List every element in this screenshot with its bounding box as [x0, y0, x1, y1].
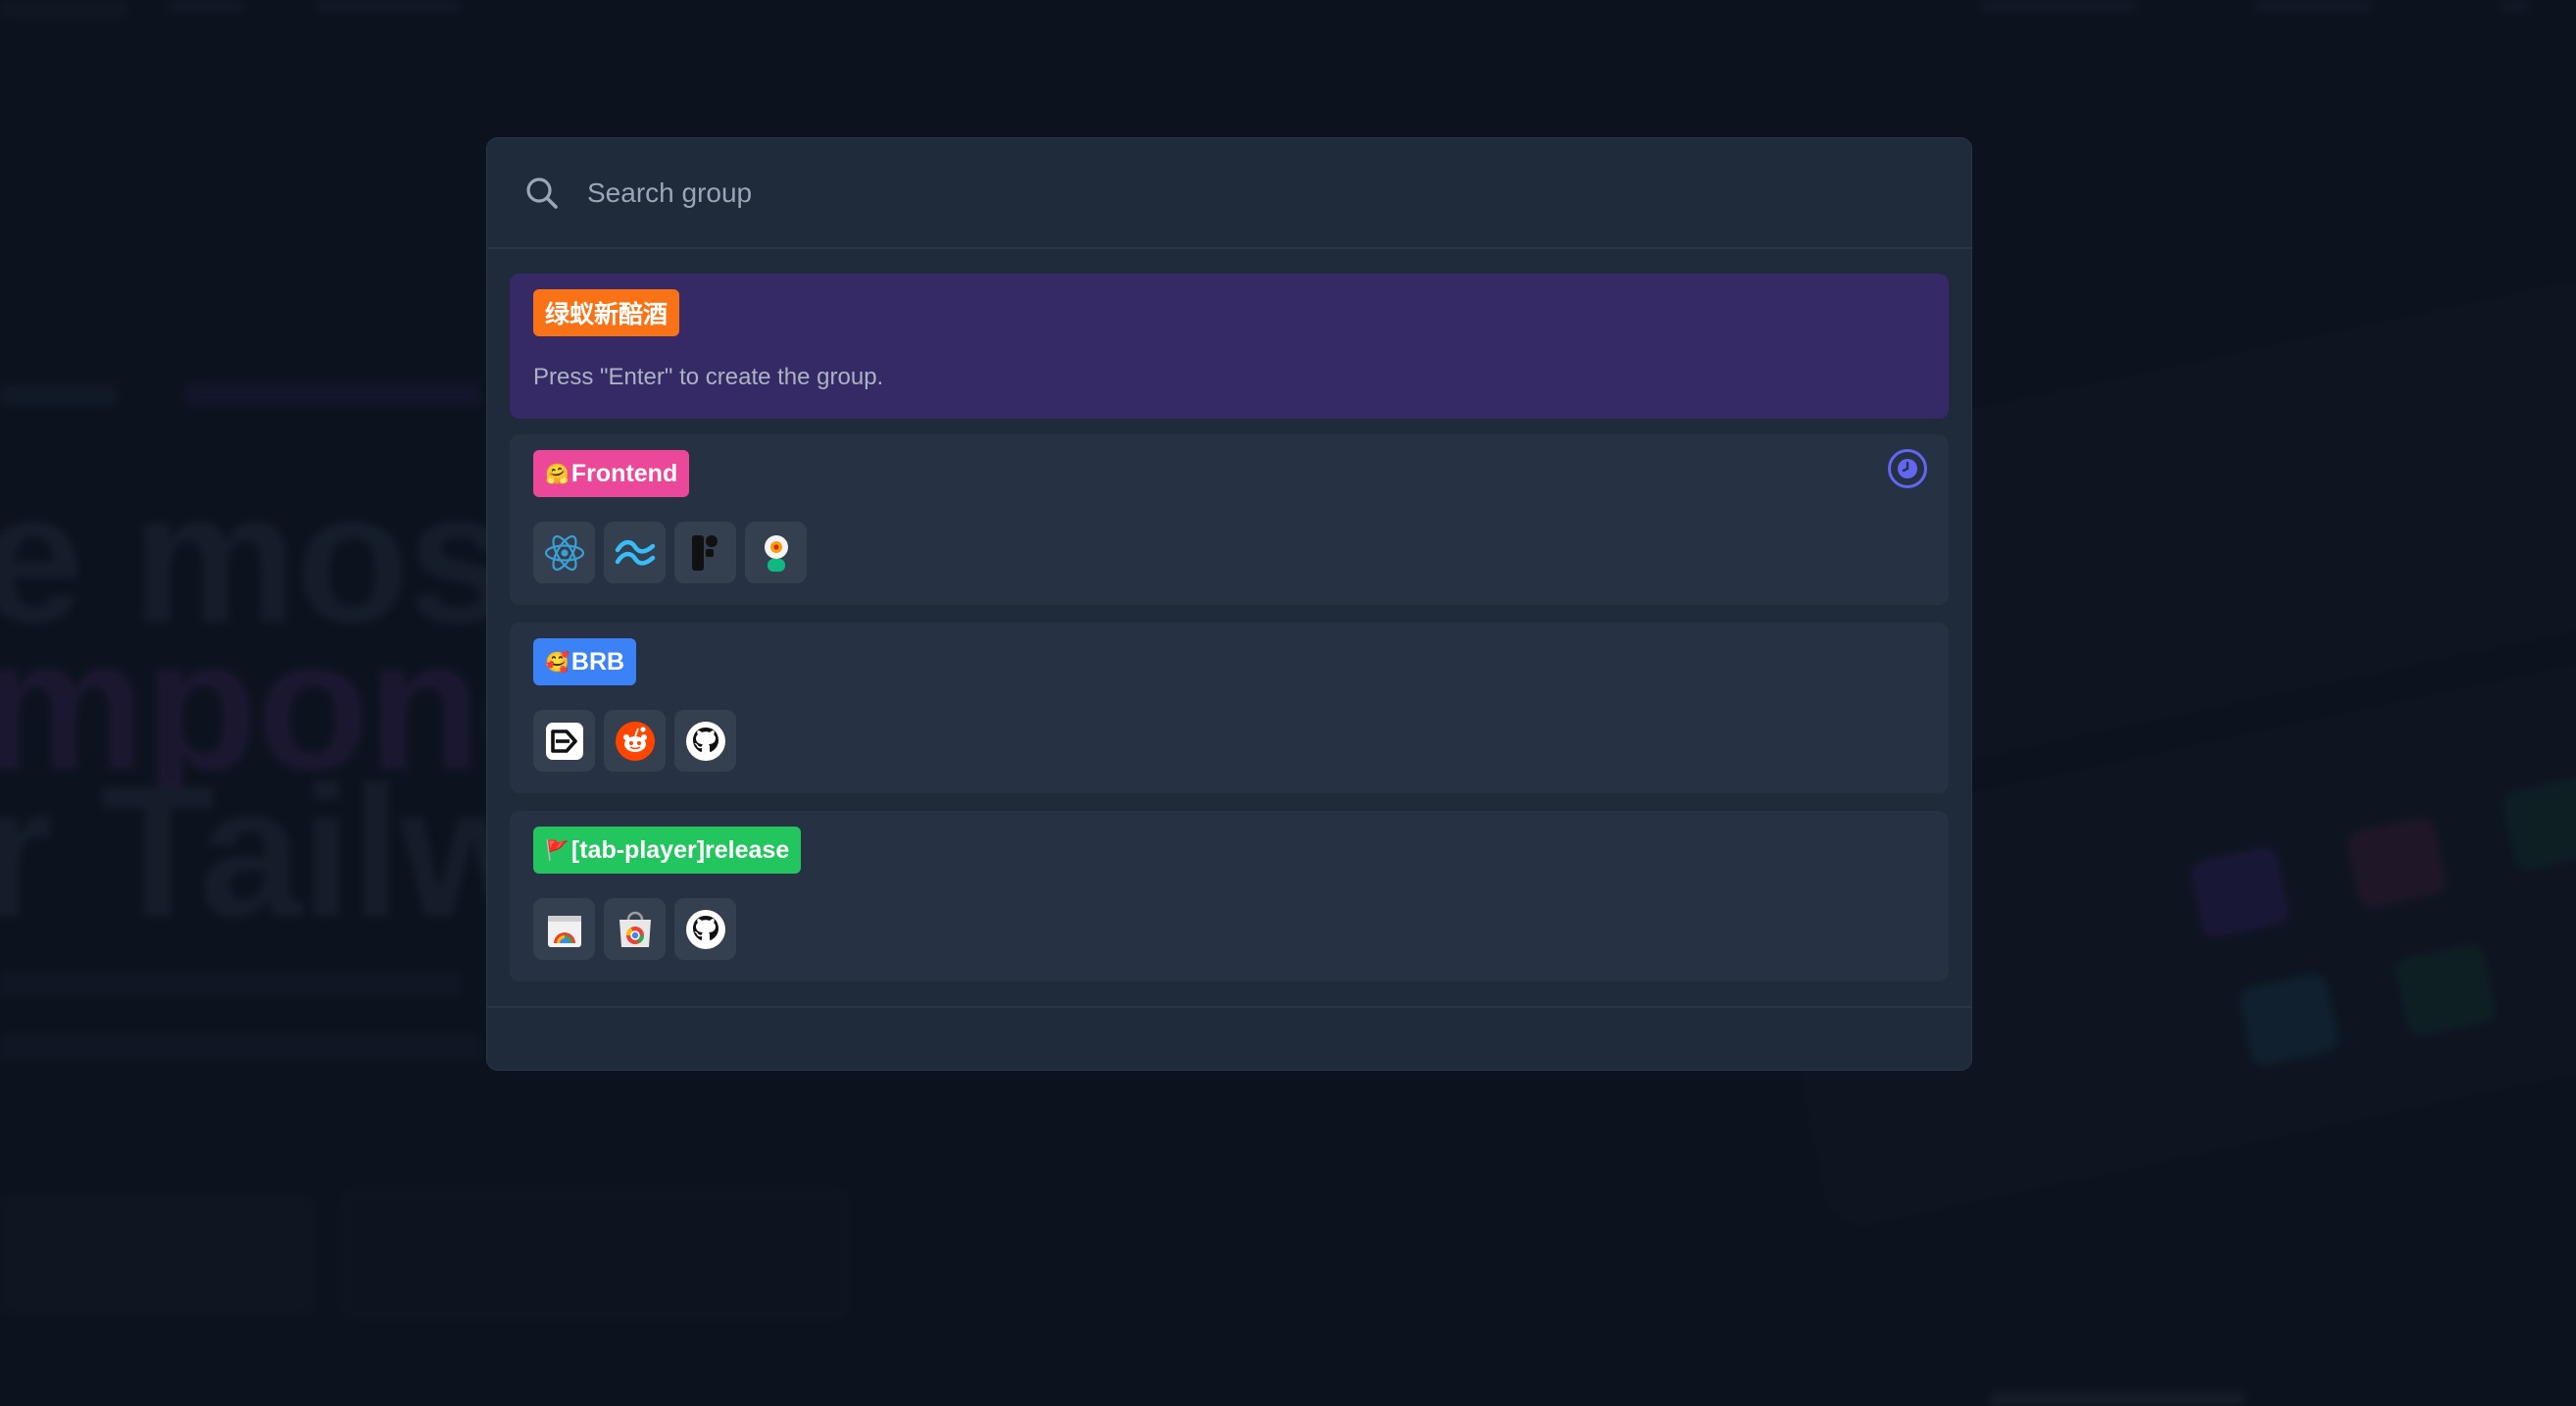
chrome-web-store-icon[interactable]: [604, 898, 666, 960]
reddit-icon[interactable]: [604, 710, 666, 772]
group-picker-modal: 绿蚁新醅酒 Press "Enter" to create the group.…: [486, 137, 1972, 1071]
group-tag: 🚩 [tab-player]release: [533, 827, 802, 874]
create-group-option[interactable]: 绿蚁新醅酒 Press "Enter" to create the group.: [510, 274, 1949, 419]
modal-footer-divider: [487, 1006, 1971, 1008]
group-emoji: 🤗: [545, 463, 570, 485]
group-tag: 🥰 BRB: [533, 638, 637, 685]
search-icon: [524, 176, 560, 211]
group-tag-label: [tab-player]release: [570, 835, 790, 864]
group-tag: 绿蚁新醅酒: [533, 289, 680, 336]
dev-logo-icon[interactable]: [533, 710, 595, 772]
chrome-web-store-icon[interactable]: [533, 898, 595, 960]
github-icon[interactable]: [674, 710, 736, 772]
group-site-icons: [533, 522, 807, 583]
clock-icon[interactable]: [1888, 449, 1927, 488]
group-tag-label: 绿蚁新醅酒: [545, 301, 669, 328]
group-emoji: 🥰: [545, 651, 570, 674]
search-input[interactable]: [585, 162, 1971, 224]
create-group-hint: Press "Enter" to create the group.: [533, 364, 884, 390]
group-emoji: 🚩: [545, 839, 570, 862]
framer-icon[interactable]: [674, 522, 736, 583]
group-item-tab-player-release[interactable]: 🚩 [tab-player]release: [510, 811, 1949, 981]
github-icon[interactable]: [674, 898, 736, 960]
group-site-icons: [533, 710, 736, 772]
react-icon[interactable]: [533, 522, 595, 583]
group-tag-label: Frontend: [570, 459, 678, 487]
group-tag: 🤗 Frontend: [533, 450, 690, 497]
tailwind-icon[interactable]: [604, 522, 666, 583]
search-row: [487, 138, 1971, 249]
group-tag-label: BRB: [570, 647, 625, 676]
group-item-frontend[interactable]: 🤗 Frontend: [510, 434, 1949, 605]
group-site-icons: [533, 898, 736, 960]
group-item-brb[interactable]: 🥰 BRB: [510, 623, 1949, 793]
mascot-icon[interactable]: [745, 522, 807, 583]
